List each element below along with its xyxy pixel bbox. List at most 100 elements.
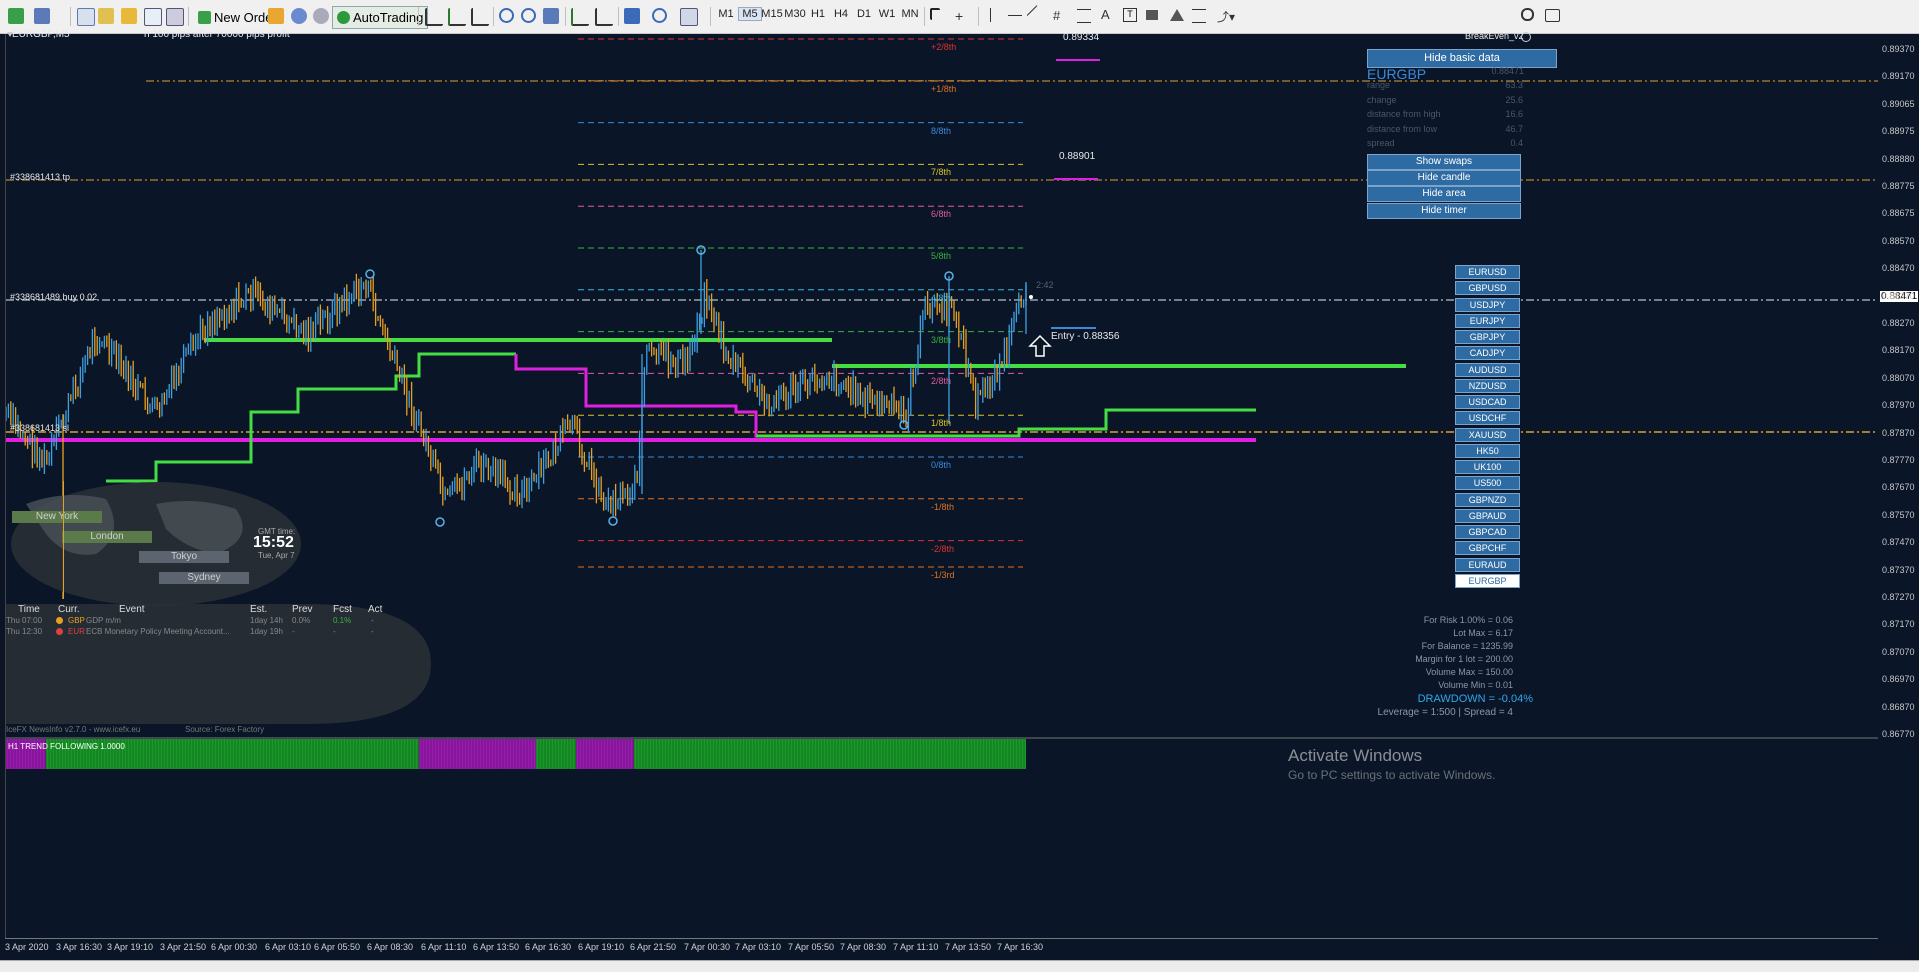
- chart-shift-icon[interactable]: [595, 8, 613, 26]
- news-header-event: Event: [119, 604, 145, 615]
- symbol-button-gbpusd[interactable]: GBPUSD: [1455, 281, 1520, 296]
- symbol-button-eurgbp[interactable]: EURGBP: [1455, 573, 1520, 588]
- equidistant-channel-icon[interactable]: #: [1053, 8, 1060, 23]
- show-swaps-button[interactable]: Show swaps: [1367, 154, 1521, 170]
- price-chart[interactable]: +2/8th +1/8th 8/8th 7/8th 6/8th 5/8th 4/8th 3/8…: [5, 29, 1880, 938]
- tf-d1[interactable]: D1: [853, 8, 875, 20]
- zoom-in-icon[interactable]: [499, 8, 514, 23]
- session-london: London: [62, 531, 152, 543]
- signals-icon[interactable]: [291, 8, 307, 24]
- templates-icon[interactable]: [680, 8, 698, 26]
- autotrading-button[interactable]: AutoTrading: [332, 6, 429, 29]
- news-footer-left: IceFX NewsInfo v2.7.0 - www.icefx.eu: [6, 725, 141, 734]
- murrey-label: 7/8th: [931, 167, 952, 178]
- price-tick: 0.87570: [1882, 509, 1915, 520]
- murrey-label: 1/8th: [931, 418, 952, 429]
- horizontal-line-icon[interactable]: [1008, 15, 1022, 16]
- tf-h1[interactable]: H1: [807, 8, 829, 20]
- symbol-button-gbpcad[interactable]: GBPCAD: [1455, 525, 1520, 539]
- market-watch-icon[interactable]: [77, 8, 95, 26]
- fibonacci-icon[interactable]: [1077, 9, 1091, 23]
- price-mid-label: 0.88901: [1059, 151, 1096, 162]
- strategy-tester-icon[interactable]: [166, 8, 184, 26]
- time-tick: 7 Apr 16:30: [997, 942, 1044, 952]
- chat-icon[interactable]: [1545, 9, 1560, 22]
- tf-h4[interactable]: H4: [830, 8, 852, 20]
- hide-timer-button[interactable]: Hide timer: [1367, 202, 1521, 219]
- tf-w1[interactable]: W1: [876, 8, 898, 20]
- hide-area-button[interactable]: Hide area: [1367, 186, 1521, 203]
- time-tick: 6 Apr 21:50: [630, 942, 677, 952]
- price-tick: 0.88070: [1882, 372, 1915, 383]
- news-impact-icon: [56, 617, 63, 624]
- symbol-button-usdjpy[interactable]: USDJPY: [1455, 297, 1520, 312]
- hide-candle-button[interactable]: Hide candle: [1367, 170, 1521, 187]
- tf-mn[interactable]: MN: [899, 8, 921, 20]
- data-window-icon[interactable]: [98, 8, 114, 24]
- navigator-icon[interactable]: [121, 8, 137, 24]
- periods-icon[interactable]: [652, 8, 667, 23]
- indicators-icon[interactable]: [624, 8, 640, 24]
- symbol-button-us500[interactable]: US500: [1455, 476, 1520, 491]
- risk-info-line: Margin for 1 lot = 200.00: [1415, 654, 1513, 664]
- symbol-button-nzdusd[interactable]: NZDUSD: [1455, 378, 1520, 393]
- symbol-button-hk50[interactable]: HK50: [1455, 443, 1520, 458]
- tile-windows-icon[interactable]: [543, 8, 559, 24]
- symbol-button-uk100[interactable]: UK100: [1455, 460, 1520, 474]
- session-new-york: New York: [12, 511, 102, 523]
- symbol-button-euraud[interactable]: EURAUD: [1455, 557, 1520, 572]
- time-tick: 7 Apr 11:10: [893, 942, 939, 952]
- tf-m15[interactable]: M15: [761, 8, 783, 20]
- autotrading-icon: [337, 11, 350, 24]
- market-icon[interactable]: [313, 8, 329, 24]
- time-tick: 6 Apr 03:10: [265, 942, 312, 952]
- text-label-icon[interactable]: T: [1123, 8, 1137, 22]
- murrey-label: 6/8th: [931, 209, 952, 220]
- symbol-button-eurjpy[interactable]: EURJPY: [1455, 313, 1520, 328]
- zoom-out-icon[interactable]: [521, 8, 536, 23]
- symbol-button-usdcad[interactable]: USDCAD: [1455, 395, 1520, 409]
- session-sydney: Sydney: [159, 572, 249, 584]
- time-tick: 7 Apr 08:30: [840, 942, 887, 952]
- triangle-icon[interactable]: [1170, 9, 1184, 21]
- basic-data-row: distance from low 46.7: [1367, 124, 1523, 138]
- basic-data-value: 25.6: [1505, 94, 1523, 105]
- time-tick: 6 Apr 08:30: [367, 942, 414, 952]
- text-icon[interactable]: A: [1101, 7, 1110, 22]
- arrows-icon[interactable]: [1146, 10, 1158, 20]
- search-icon[interactable]: [1521, 8, 1534, 21]
- trendline-icon[interactable]: [1026, 5, 1048, 26]
- symbol-button-cadjpy[interactable]: CADJPY: [1455, 346, 1520, 361]
- new-chart-icon[interactable]: [8, 8, 24, 24]
- tf-m30[interactable]: M30: [784, 8, 806, 20]
- terminal-icon[interactable]: [144, 8, 162, 26]
- metaeditor-icon[interactable]: [268, 8, 284, 24]
- symbol-button-usdchf[interactable]: USDCHF: [1455, 411, 1520, 426]
- activate-windows-title: Activate Windows: [1288, 746, 1423, 765]
- vertical-line-icon[interactable]: [990, 8, 991, 22]
- bar-chart-icon[interactable]: [425, 8, 443, 26]
- crosshair-icon[interactable]: +: [955, 8, 963, 24]
- symbol-button-eurusd[interactable]: EURUSD: [1455, 265, 1520, 279]
- symbol-button-gbpnzd[interactable]: GBPNZD: [1455, 492, 1520, 507]
- profiles-icon[interactable]: [34, 8, 50, 24]
- auto-scroll-icon[interactable]: [571, 8, 589, 26]
- symbol-button-gbpaud[interactable]: GBPAUD: [1455, 508, 1520, 523]
- symbol-button-xauusd[interactable]: XAUUSD: [1455, 427, 1520, 442]
- symbol-button-gbpjpy[interactable]: GBPJPY: [1455, 330, 1520, 344]
- risk-info-line: Lot Max = 6.17: [1453, 628, 1513, 638]
- symbol-button-gbpchf[interactable]: GBPCHF: [1455, 541, 1520, 556]
- tf-m5[interactable]: M5: [738, 7, 762, 21]
- drawing-tools-menu-icon[interactable]: ⤴▾: [1217, 8, 1235, 25]
- news-cell-event: ECB Monetary Policy Meeting Account...: [86, 627, 230, 636]
- murrey-label: 4/8th: [931, 292, 952, 303]
- news-cell-event: GDP m/m: [86, 616, 121, 625]
- candlesticks-icon[interactable]: [448, 8, 466, 26]
- tf-m1[interactable]: M1: [715, 8, 737, 20]
- symbol-button-audusd[interactable]: AUDUSD: [1455, 362, 1520, 377]
- basic-data-row: change 25.6: [1367, 95, 1523, 109]
- gann-icon[interactable]: [1192, 9, 1206, 23]
- line-chart-icon[interactable]: [471, 8, 489, 26]
- chart-symbol-arrow-icon: [7, 32, 13, 37]
- cursor-icon[interactable]: [930, 8, 940, 20]
